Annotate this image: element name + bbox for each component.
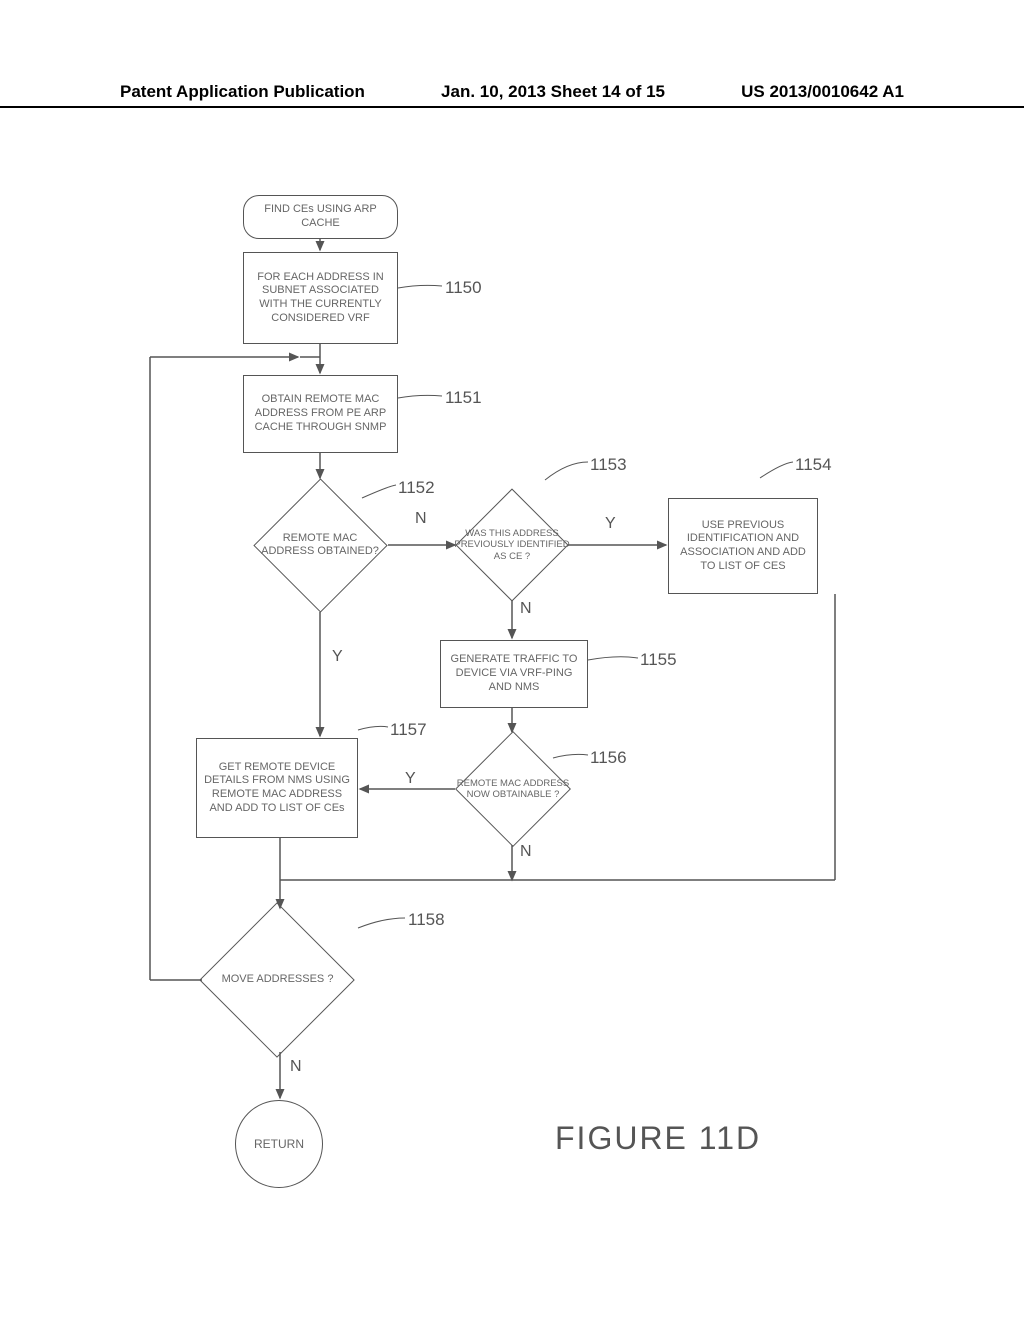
label-1152: 1152 xyxy=(398,478,435,498)
yn-1156-y: Y xyxy=(405,770,416,788)
decision-1152-text: REMOTE MAC ADDRESS OBTAINED? xyxy=(255,510,385,580)
process-1151-text: OBTAIN REMOTE MAC ADDRESS FROM PE ARP CA… xyxy=(248,393,393,434)
process-1154: USE PREVIOUS IDENTIFICATION AND ASSOCIAT… xyxy=(668,498,818,594)
process-1150: FOR EACH ADDRESS IN SUBNET ASSOCIATED WI… xyxy=(243,252,398,344)
process-1157-text: GET REMOTE DEVICE DETAILS FROM NMS USING… xyxy=(201,761,353,816)
figure-caption: FIGURE 11D xyxy=(555,1120,761,1157)
label-1155: 1155 xyxy=(640,650,677,670)
yn-1153-y: Y xyxy=(605,515,616,533)
decision-1153-text: WAS THIS ADDRESS PREVIOUSLY IDENTIFIED A… xyxy=(452,505,572,585)
decision-1156-text: REMOTE MAC ADDRESS NOW OBTAINABLE ? xyxy=(448,748,578,830)
label-1154: 1154 xyxy=(795,455,832,475)
process-1155: GENERATE TRAFFIC TO DEVICE VIA VRF-PING … xyxy=(440,640,588,708)
yn-1153-n: N xyxy=(520,600,532,618)
flowchart-diagram: FIND CEs USING ARP CACHE FOR EACH ADDRES… xyxy=(0,0,1024,1320)
label-1157: 1157 xyxy=(390,720,427,740)
return-label: RETURN xyxy=(254,1137,304,1151)
return-terminal: RETURN xyxy=(235,1100,323,1188)
label-1158: 1158 xyxy=(408,910,445,930)
yn-1158-n: N xyxy=(290,1058,302,1076)
page: Patent Application Publication Jan. 10, … xyxy=(0,0,1024,1320)
yn-1156-n: N xyxy=(520,843,532,861)
yn-1152-n: N xyxy=(415,510,427,528)
label-1156: 1156 xyxy=(590,748,627,768)
process-1154-text: USE PREVIOUS IDENTIFICATION AND ASSOCIAT… xyxy=(673,519,813,574)
process-1151: OBTAIN REMOTE MAC ADDRESS FROM PE ARP CA… xyxy=(243,375,398,453)
process-1157: GET REMOTE DEVICE DETAILS FROM NMS USING… xyxy=(196,738,358,838)
yn-1152-y: Y xyxy=(332,648,343,666)
start-terminal: FIND CEs USING ARP CACHE xyxy=(243,195,398,239)
start-label: FIND CEs USING ARP CACHE xyxy=(248,203,393,231)
process-1155-text: GENERATE TRAFFIC TO DEVICE VIA VRF-PING … xyxy=(445,653,583,694)
decision-1158-text: MOVE ADDRESSES ? xyxy=(200,958,355,1002)
process-1150-text: FOR EACH ADDRESS IN SUBNET ASSOCIATED WI… xyxy=(248,271,393,326)
label-1150: 1150 xyxy=(445,278,482,298)
label-1153: 1153 xyxy=(590,455,627,475)
label-1151: 1151 xyxy=(445,388,482,408)
